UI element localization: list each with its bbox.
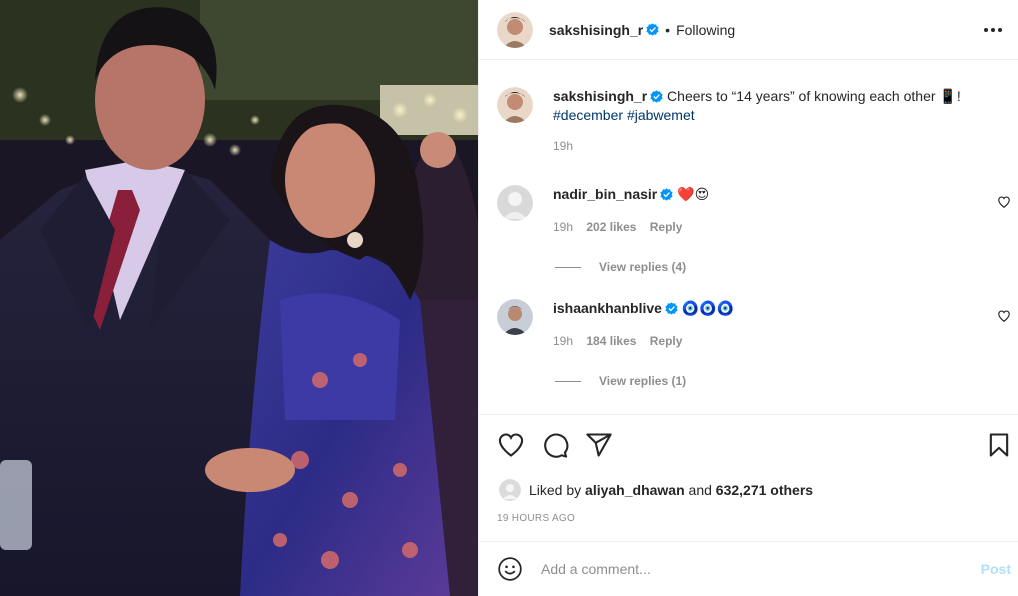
post-photo[interactable] (0, 0, 478, 596)
caption-avatar[interactable] (497, 87, 533, 123)
emoji-smiley-icon[interactable] (497, 556, 523, 582)
comment-likes[interactable]: 202 likes (586, 220, 636, 234)
comment-text: ❤️😍 (677, 186, 710, 202)
save-bookmark-icon[interactable] (985, 431, 1013, 459)
caption-tail: ! (956, 88, 961, 104)
hashtag-december[interactable]: #december (553, 107, 623, 123)
commenter-avatar[interactable] (497, 185, 533, 221)
view-replies-button[interactable]: View replies (1) (555, 374, 686, 388)
view-replies-button[interactable]: View replies (4) (555, 260, 686, 274)
caption-time[interactable]: 19h (553, 139, 573, 153)
more-options-button[interactable] (981, 18, 1005, 42)
liker-avatar[interactable] (499, 479, 521, 501)
caption-text: Cheers to “14 years” of knowing each oth… (667, 88, 936, 104)
reply-button[interactable]: Reply (650, 334, 683, 348)
post-photo-illustration (0, 0, 478, 596)
caption-username[interactable]: sakshisingh_r (553, 88, 647, 104)
post-actions: Liked by aliyah_dhawan and 632,271 other… (479, 414, 1018, 524)
like-heart-icon[interactable] (497, 431, 525, 459)
comment-text: 🧿🧿🧿 (681, 300, 735, 316)
hashtag-jabwemet[interactable]: #jabwemet (627, 107, 695, 123)
header-separator: • (665, 21, 671, 38)
liked-by-prefix: Liked by (529, 482, 582, 498)
verified-badge-icon (646, 23, 659, 36)
reply-line-divider (555, 380, 581, 382)
author-username[interactable]: sakshisingh_r (549, 22, 643, 38)
comment-bubble-icon[interactable] (541, 431, 569, 459)
post-details-panel: sakshisingh_r • Following sakshisingh_r … (478, 0, 1018, 596)
comment-likes[interactable]: 184 likes (586, 334, 636, 348)
reply-line-divider (555, 266, 581, 268)
more-horizontal-icon (984, 28, 1002, 32)
like-comment-heart-icon[interactable] (997, 195, 1011, 209)
comment-item: nadir_bin_nasir ❤️😍 19h 202 likes Reply (497, 185, 983, 237)
likes-summary: Liked by aliyah_dhawan and 632,271 other… (499, 479, 813, 501)
post-comment-button[interactable]: Post (981, 561, 1011, 577)
comment-time[interactable]: 19h (553, 220, 573, 234)
commenter-username[interactable]: ishaankhanblive (553, 300, 662, 316)
author-avatar[interactable] (497, 11, 533, 48)
commenter-avatar[interactable] (497, 299, 533, 335)
view-replies-label: View replies (1) (599, 374, 687, 388)
comment-item: ishaankhanblive 🧿🧿🧿 19h 184 likes Reply (497, 299, 983, 351)
following-button[interactable]: Following (676, 22, 735, 38)
commenter-username[interactable]: nadir_bin_nasir (553, 186, 657, 202)
verified-badge-icon (665, 302, 678, 315)
view-replies-label: View replies (4) (599, 260, 687, 274)
liked-by-others[interactable]: 632,271 others (716, 482, 813, 498)
verified-badge-icon (660, 188, 673, 201)
comment-input[interactable] (541, 561, 961, 577)
caption: sakshisingh_r Cheers to “14 years” of kn… (497, 87, 983, 156)
liked-by-user[interactable]: aliyah_dhawan (585, 482, 685, 498)
comment-time[interactable]: 19h (553, 334, 573, 348)
share-paper-plane-icon[interactable] (585, 431, 613, 459)
post-header: sakshisingh_r • Following (479, 0, 1018, 60)
verified-badge-icon (650, 90, 663, 103)
like-comment-heart-icon[interactable] (997, 309, 1011, 323)
caption-emoji: 📱 (939, 88, 957, 104)
post-timestamp[interactable]: 19 HOURS AGO (497, 513, 575, 524)
comments-list[interactable]: sakshisingh_r Cheers to “14 years” of kn… (479, 61, 1018, 413)
reply-button[interactable]: Reply (650, 220, 683, 234)
liked-by-middle: and (688, 482, 712, 498)
add-comment-bar: Post (479, 541, 1018, 596)
